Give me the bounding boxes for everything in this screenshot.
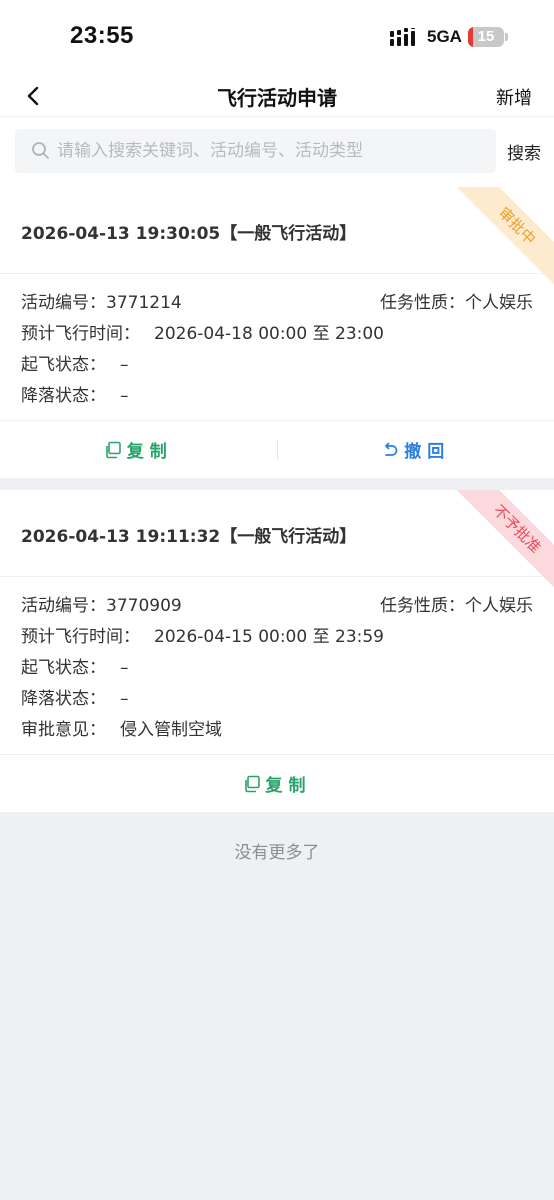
takeoff-status-value: – (120, 355, 129, 375)
landing-status-label: 降落状态： (21, 386, 106, 406)
task-nature-label: 任务性质： (380, 293, 465, 313)
task-nature-value: 个人娱乐 (465, 293, 533, 313)
card-body: 活动编号：3770909 任务性质：个人娱乐 预计飞行时间： 2026-04-15… (0, 577, 554, 754)
approval-opinion-label: 审批意见： (21, 720, 106, 740)
card-actions: 复制 撤回 (0, 420, 554, 478)
takeoff-status-label: 起飞状态： (21, 355, 106, 375)
card-actions: 复制 (0, 754, 554, 812)
takeoff-status-row: 起飞状态： – (21, 350, 533, 381)
status-bar: 23:55 5GA 15 (0, 0, 554, 76)
battery-level: 15 (477, 28, 495, 45)
approval-opinion-row: 审批意见： 侵入管制空域 (21, 715, 533, 746)
activity-no-row: 活动编号：3770909 任务性质：个人娱乐 (21, 591, 533, 622)
card-title: 2026-04-13 19:11:32【一般飞行活动】 (21, 527, 357, 547)
nav-bar: 飞行活动申请 新增 (0, 76, 554, 116)
top-area: 23:55 5GA 15 飞行活动申请 新增 请输入搜索关键词、活动编号、活动类… (0, 0, 554, 187)
activity-no-label: 活动编号： (21, 596, 106, 616)
task-nature: 任务性质：个人娱乐 (380, 288, 533, 319)
card-header: 2026-04-13 19:30:05【一般飞行活动】 审批中 (0, 187, 554, 290)
landing-status-label: 降落状态： (21, 689, 106, 709)
planned-time-row: 预计飞行时间： 2026-04-15 00:00 至 23:59 (21, 622, 533, 653)
battery-icon: 15 (468, 27, 504, 47)
takeoff-status-value: – (120, 658, 129, 678)
battery-tip (505, 33, 508, 41)
landing-status-row: 降落状态： – (21, 381, 533, 412)
network-type: 5GA (427, 27, 462, 46)
copy-icon (105, 441, 121, 458)
activity-no-value: 3770909 (106, 596, 182, 616)
approval-opinion-value: 侵入管制空域 (120, 720, 222, 740)
copy-button[interactable]: 复制 (0, 755, 554, 812)
copy-button[interactable]: 复制 (0, 421, 277, 478)
activity-card[interactable]: 2026-04-13 19:11:32【一般飞行活动】 不予批准 活动编号：37… (0, 490, 554, 812)
task-nature-value: 个人娱乐 (465, 596, 533, 616)
task-nature: 任务性质：个人娱乐 (380, 591, 533, 622)
takeoff-status-label: 起飞状态： (21, 658, 106, 678)
landing-status-row: 降落状态： – (21, 684, 533, 715)
search-button[interactable]: 搜索 (507, 139, 541, 164)
copy-label: 复制 (265, 776, 312, 796)
search-input[interactable] (57, 129, 477, 173)
card-spacer (0, 478, 554, 490)
planned-time-value: 2026-04-18 00:00 至 23:00 (154, 324, 384, 344)
status-time: 23:55 (70, 22, 134, 49)
takeoff-status-row: 起飞状态： – (21, 653, 533, 684)
activity-no-row: 活动编号：3771214 任务性质：个人娱乐 (21, 288, 533, 319)
activity-no-label: 活动编号： (21, 293, 106, 313)
card-header: 2026-04-13 19:11:32【一般飞行活动】 不予批准 (0, 490, 554, 593)
planned-time-value: 2026-04-15 00:00 至 23:59 (154, 627, 384, 647)
withdraw-label: 撤回 (404, 442, 451, 462)
undo-icon (385, 442, 398, 456)
landing-status-value: – (120, 689, 129, 709)
planned-time-label: 预计飞行时间： (21, 324, 140, 344)
search-row: 搜索 (0, 117, 554, 187)
add-button[interactable]: 新增 (496, 84, 532, 110)
activity-no-value: 3771214 (106, 293, 182, 313)
planned-time-row: 预计飞行时间： 2026-04-18 00:00 至 23:00 (21, 319, 533, 350)
search-icon (32, 142, 49, 159)
page-title: 飞行活动申请 (217, 86, 337, 110)
search-box[interactable] (15, 129, 496, 173)
activity-card[interactable]: 2026-04-13 19:30:05【一般飞行活动】 审批中 活动编号：377… (0, 187, 554, 478)
planned-time-label: 预计飞行时间： (21, 627, 140, 647)
card-body: 活动编号：3771214 任务性质：个人娱乐 预计飞行时间： 2026-04-18… (0, 274, 554, 420)
task-nature-label: 任务性质： (380, 596, 465, 616)
copy-label: 复制 (126, 442, 173, 462)
signal-icon (390, 28, 415, 46)
card-title: 2026-04-13 19:30:05【一般飞行活动】 (21, 224, 357, 244)
no-more-text: 没有更多了 (234, 843, 320, 863)
withdraw-button[interactable]: 撤回 (278, 421, 554, 478)
copy-icon (244, 775, 260, 792)
landing-status-value: – (120, 386, 129, 406)
